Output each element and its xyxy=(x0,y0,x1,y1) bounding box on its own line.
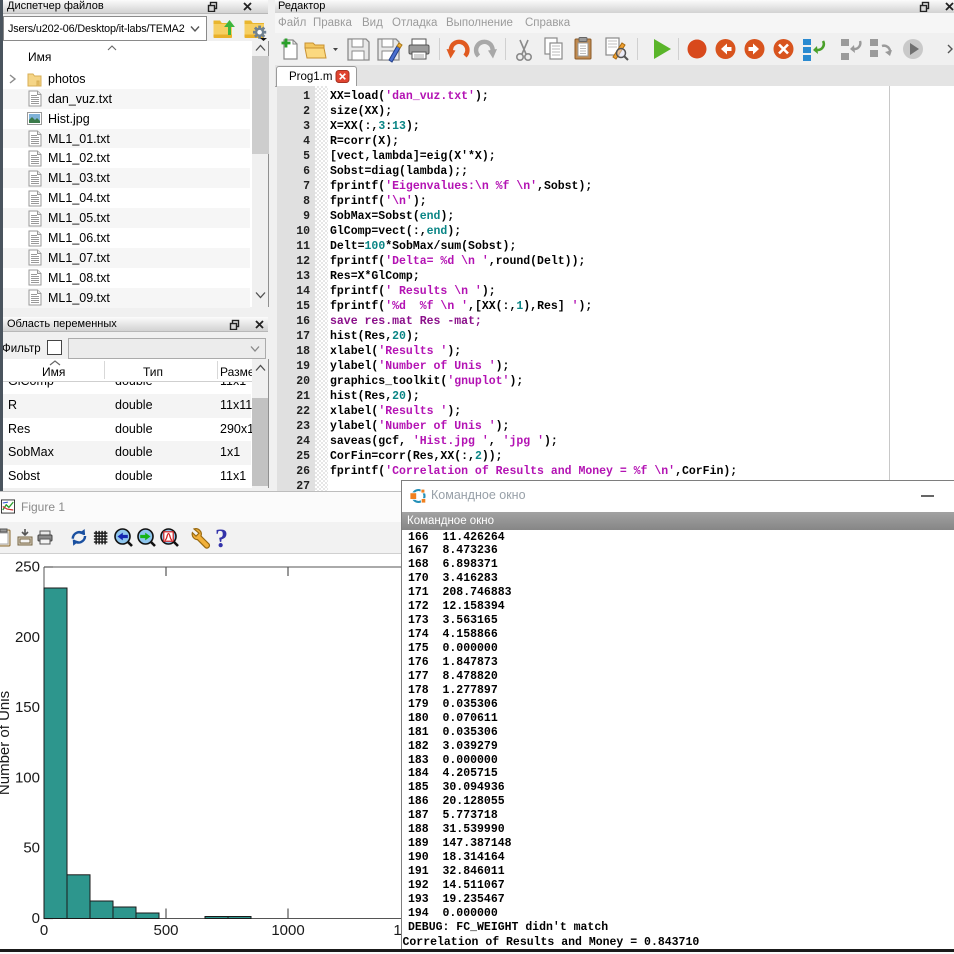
svg-text:Number of Unis: Number of Unis xyxy=(0,691,13,795)
svg-text:200: 200 xyxy=(15,629,40,646)
svg-text:0: 0 xyxy=(40,922,48,939)
svg-text:1000: 1000 xyxy=(271,922,304,939)
svg-text:?: ? xyxy=(215,524,228,553)
svg-text:500: 500 xyxy=(153,922,178,939)
svg-text:150: 150 xyxy=(15,699,40,716)
svg-text:100: 100 xyxy=(15,770,40,787)
svg-text:50: 50 xyxy=(23,840,40,857)
svg-text:0: 0 xyxy=(32,910,40,927)
svg-text:250: 250 xyxy=(15,559,40,576)
